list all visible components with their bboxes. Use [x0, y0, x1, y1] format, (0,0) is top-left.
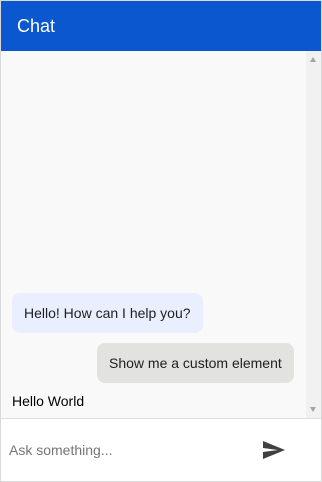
- message-composer: [1, 418, 321, 481]
- chat-header: Chat: [1, 1, 321, 51]
- chat-window: Chat Hello! How can I help you? Show me …: [0, 0, 322, 482]
- custom-element: Hello World: [12, 393, 85, 409]
- scroll-up-arrow-icon[interactable]: [310, 57, 316, 62]
- user-message: Show me a custom element: [97, 343, 294, 383]
- chat-title: Chat: [17, 15, 56, 36]
- send-button[interactable]: [257, 435, 291, 465]
- bot-message: Hello! How can I help you?: [12, 293, 203, 333]
- message-scrollbar[interactable]: [306, 51, 321, 418]
- message-list[interactable]: Hello! How can I help you? Show me a cus…: [1, 51, 306, 418]
- scroll-down-arrow-icon[interactable]: [310, 407, 316, 412]
- message-input[interactable]: [9, 435, 239, 465]
- send-icon: [263, 441, 285, 459]
